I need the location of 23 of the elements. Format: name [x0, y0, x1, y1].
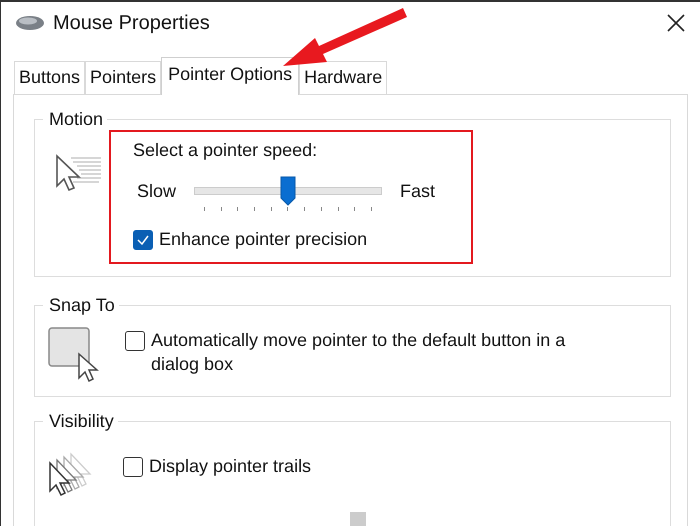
tab[interactable]: Hardware: [299, 61, 388, 94]
checkbox[interactable]: [133, 230, 153, 250]
slider-label: Fast: [400, 181, 436, 202]
speed-label: Select a pointer speed:: [133, 140, 318, 161]
check-icon: [136, 233, 150, 247]
tab[interactable]: Buttons: [14, 61, 86, 94]
checkbox-label: Enhance pointer precision: [159, 229, 368, 250]
slider-thumb[interactable]: [280, 176, 296, 206]
close-icon[interactable]: [666, 13, 686, 33]
slider-label: Slow: [137, 181, 176, 202]
window-title: Mouse Properties: [53, 12, 211, 34]
group-title: Motion: [48, 109, 104, 130]
tab[interactable]: Pointers: [85, 61, 162, 94]
checkbox-label: Display pointer trails: [149, 456, 312, 477]
group-title: Visibility: [48, 411, 115, 432]
slider-thumb[interactable]: [350, 512, 366, 526]
mouse-icon: [15, 15, 45, 31]
checkbox-label: Automatically move pointer to the default button in a dialog box: [151, 329, 566, 376]
checkbox[interactable]: [125, 331, 145, 351]
tab[interactable]: Pointer Options: [161, 57, 300, 95]
button-pointer-icon: [47, 326, 99, 384]
group-title: Snap To: [48, 295, 116, 316]
checkbox[interactable]: [123, 457, 143, 477]
